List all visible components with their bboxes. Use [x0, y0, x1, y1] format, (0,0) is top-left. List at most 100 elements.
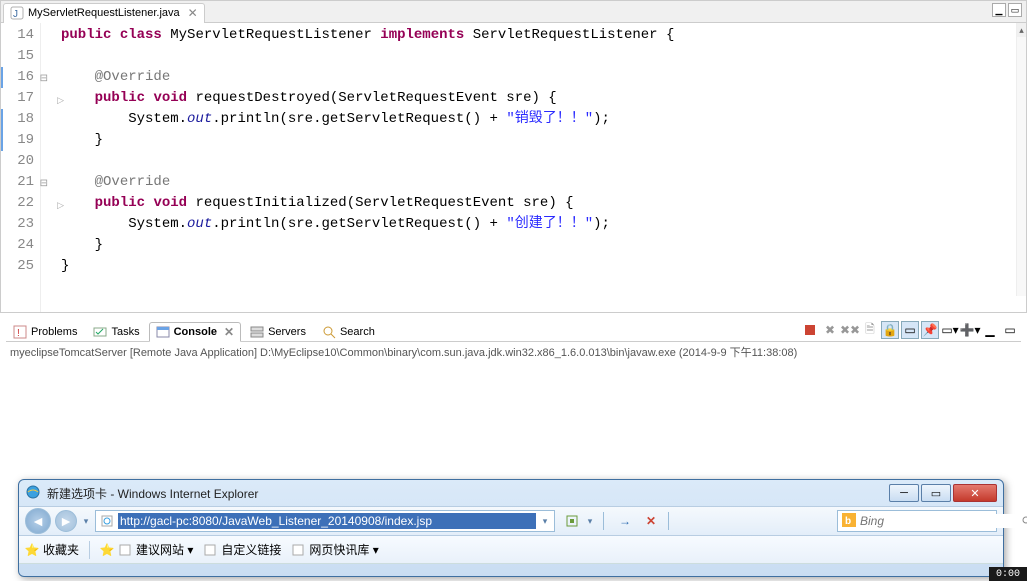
tab-label: Console	[174, 326, 217, 338]
svg-text:!: !	[17, 328, 20, 339]
line-number: 15	[1, 46, 34, 67]
line-number: 25	[1, 256, 34, 277]
code-content[interactable]: public class MyServletRequestListener im…	[41, 23, 1026, 312]
remove-all-button[interactable]: ✖✖	[841, 321, 859, 339]
page-icon	[118, 543, 132, 557]
url-input[interactable]	[118, 513, 536, 529]
ie-window: 新建选项卡 - Windows Internet Explorer ─ ▭ ✕ …	[18, 479, 1004, 577]
tab-label: Tasks	[111, 326, 139, 338]
ie-app-icon	[25, 484, 41, 503]
link-label: 自定义链接	[221, 541, 281, 558]
separator	[89, 541, 90, 559]
go-button[interactable]: →	[616, 512, 634, 530]
remove-launch-button[interactable]: ✖	[821, 321, 839, 339]
tab-label: Search	[340, 326, 375, 338]
servers-icon	[250, 325, 264, 339]
views-tab-bar: !Problems Tasks Console✕ Servers Search …	[6, 320, 1021, 342]
close-icon[interactable]: ✕	[188, 6, 198, 20]
line-gutter: 14 15 16 17 18 19 20 21 22 23 24 25	[1, 23, 41, 312]
console-process-label: myeclipseTomcatServer [Remote Java Appli…	[6, 342, 1021, 362]
problems-icon: !	[13, 325, 27, 339]
minimize-view-button[interactable]: ▁	[992, 3, 1006, 17]
line-number: 23	[1, 214, 34, 235]
open-console-button[interactable]: ➕▾	[961, 321, 979, 339]
search-button[interactable]	[1021, 514, 1027, 528]
views-pane: !Problems Tasks Console✕ Servers Search …	[6, 320, 1021, 470]
favorites-button[interactable]: ⭐ 收藏夹	[25, 541, 79, 558]
web-slices-link[interactable]: 网页快讯库 ▾	[291, 541, 378, 558]
tab-label: Problems	[31, 326, 77, 338]
show-console-button[interactable]: ▭	[901, 321, 919, 339]
svg-text:J: J	[13, 9, 18, 20]
console-toolbar: ✖ ✖✖ 🗎 🔒 ▭ 📌 ▭▾ ➕▾ ▁ ▭	[801, 321, 1019, 339]
url-dropdown[interactable]: ▾	[540, 516, 550, 527]
star-icon: ⭐	[25, 543, 39, 557]
code-editor[interactable]: 14 15 16 17 18 19 20 21 22 23 24 25 publ…	[1, 23, 1026, 312]
tasks-icon	[93, 325, 107, 339]
tab-search[interactable]: Search	[315, 322, 382, 342]
line-number: 14	[1, 25, 34, 46]
maximize-window-button[interactable]: ▭	[921, 484, 951, 502]
fav-label: 收藏夹	[43, 541, 79, 558]
scroll-lock-button[interactable]: 🔒	[881, 321, 899, 339]
editor-tab-label: MyServletRequestListener.java	[28, 7, 180, 19]
tab-console[interactable]: Console ✕	[149, 322, 241, 342]
forward-button[interactable]: ►	[55, 510, 77, 532]
maximize-view-button[interactable]: ▭	[1008, 3, 1022, 17]
clear-console-button[interactable]: 🗎	[861, 321, 879, 339]
close-icon[interactable]: ✕	[224, 325, 234, 339]
suggested-sites-link[interactable]: ⭐ 建议网站 ▾	[100, 541, 193, 558]
custom-links-link[interactable]: 自定义链接	[203, 541, 281, 558]
search-field-wrap[interactable]: b ▾	[837, 510, 997, 532]
svg-text:b: b	[845, 516, 851, 527]
page-icon	[291, 543, 305, 557]
window-title: 新建选项卡 - Windows Internet Explorer	[47, 485, 881, 502]
scroll-up-button[interactable]: ▴	[1017, 23, 1026, 37]
url-field-wrap[interactable]: ▾	[95, 510, 555, 532]
minimize-window-button[interactable]: ─	[889, 484, 919, 502]
ie-favorites-bar: ⭐ 收藏夹 ⭐ 建议网站 ▾ 自定义链接 网页快讯库 ▾	[19, 536, 1003, 564]
editor-tab-bar: J MyServletRequestListener.java ✕ ▁ ▭	[1, 1, 1026, 23]
star-add-icon: ⭐	[100, 543, 114, 557]
ie-title-bar[interactable]: 新建选项卡 - Windows Internet Explorer ─ ▭ ✕	[19, 480, 1003, 506]
line-number: 24	[1, 235, 34, 256]
tab-tasks[interactable]: Tasks	[86, 322, 146, 342]
page-icon	[203, 543, 217, 557]
editor-pane: J MyServletRequestListener.java ✕ ▁ ▭ 14…	[0, 0, 1027, 313]
display-selected-button[interactable]: ▭▾	[941, 321, 959, 339]
separator	[603, 512, 604, 530]
java-file-icon: J	[10, 6, 24, 20]
line-number: 22	[1, 193, 34, 214]
line-number: 17	[1, 88, 34, 109]
tab-label: Servers	[268, 326, 306, 338]
tab-servers[interactable]: Servers	[243, 322, 313, 342]
close-window-button[interactable]: ✕	[953, 484, 997, 502]
page-icon	[100, 514, 114, 528]
line-number: 21	[1, 172, 34, 193]
separator	[668, 512, 669, 530]
nav-history-dropdown[interactable]: ▾	[81, 516, 91, 527]
clock-overlay: 0:00	[989, 567, 1027, 581]
console-icon	[156, 325, 170, 339]
search-input[interactable]	[860, 514, 1017, 528]
link-label: 建议网站 ▾	[136, 541, 193, 558]
line-number: 18	[1, 109, 34, 130]
console-output[interactable]	[6, 362, 1021, 472]
minimize-button[interactable]: ▁	[981, 321, 999, 339]
editor-tab[interactable]: J MyServletRequestListener.java ✕	[3, 3, 205, 23]
search-icon	[322, 325, 336, 339]
back-button[interactable]: ◄	[25, 508, 51, 534]
line-number: 20	[1, 151, 34, 172]
link-label: 网页快讯库 ▾	[309, 541, 378, 558]
ie-address-bar: ◄ ► ▾ ▾ ▾ → ✕ b ▾	[19, 506, 1003, 536]
compat-dropdown[interactable]: ▾	[585, 516, 595, 527]
line-number: 16	[1, 67, 34, 88]
maximize-button[interactable]: ▭	[1001, 321, 1019, 339]
terminate-button[interactable]	[801, 321, 819, 339]
overview-ruler[interactable]: ▴	[1016, 23, 1026, 296]
compat-view-button[interactable]	[563, 512, 581, 530]
stop-button[interactable]: ✕	[642, 512, 660, 530]
line-number: 19	[1, 130, 34, 151]
pin-console-button[interactable]: 📌	[921, 321, 939, 339]
tab-problems[interactable]: ! Problems	[6, 322, 84, 342]
